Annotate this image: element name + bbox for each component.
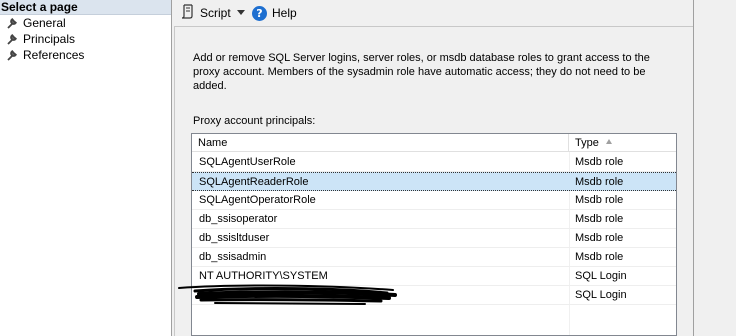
help-button[interactable]: ? Help — [252, 4, 297, 22]
row-type: Msdb role — [575, 156, 624, 168]
row-type: Msdb role — [575, 176, 624, 188]
column-header-name[interactable]: Name — [192, 134, 569, 152]
row-name: db_ssisadmin — [199, 251, 267, 263]
script-dropdown-arrow-icon[interactable] — [237, 10, 245, 15]
script-icon — [181, 4, 195, 22]
list-row[interactable]: SQLAgentOperatorRole Msdb role — [192, 191, 676, 210]
help-icon: ? — [252, 5, 267, 21]
page-item-principals[interactable]: Principals — [0, 31, 171, 47]
panel-divider — [693, 0, 694, 336]
list-row[interactable]: db_ssisoperator Msdb role — [192, 210, 676, 229]
select-page-header: Select a page — [0, 0, 171, 15]
page-item-label: General — [23, 16, 66, 30]
row-name: db_ssisoperator — [199, 213, 278, 225]
column-header-type-label: Type — [575, 137, 599, 149]
list-row[interactable]: SQLAgentUserRole Msdb role — [192, 153, 676, 172]
page-item-label: References — [23, 48, 85, 62]
column-header-type[interactable]: Type — [569, 134, 676, 152]
wrench-icon — [0, 17, 23, 29]
wrench-icon — [0, 33, 23, 45]
list-row-selected[interactable]: SQLAgentReaderRole Msdb role — [192, 172, 676, 191]
script-button-label: Script — [200, 6, 231, 20]
page-navigation-pane: Select a page General Principals Referen… — [0, 0, 172, 336]
row-name: SQLAgentOperatorRole — [199, 194, 316, 206]
principals-list-caption: Proxy account principals: — [193, 115, 316, 127]
toolbar: Script ? Help — [173, 0, 693, 26]
description-text: Add or remove SQL Server logins, server … — [193, 52, 650, 92]
page-item-general[interactable]: General — [0, 15, 171, 31]
row-name: db_ssisltduser — [199, 232, 270, 244]
row-name: SQLAgentReaderRole — [199, 176, 309, 188]
row-type: Msdb role — [575, 194, 624, 206]
wrench-icon — [0, 49, 23, 61]
row-type: Msdb role — [575, 251, 624, 263]
row-type: SQL Login — [575, 270, 627, 282]
row-type: Msdb role — [575, 232, 624, 244]
column-header-name-label: Name — [198, 137, 228, 149]
script-button[interactable]: Script — [181, 4, 231, 22]
help-button-label: Help — [272, 6, 297, 20]
redaction-scribble — [178, 284, 397, 305]
row-type: SQL Login — [575, 289, 627, 301]
list-row[interactable]: db_ssisltduser Msdb role — [192, 229, 676, 248]
sort-ascending-icon — [605, 139, 612, 144]
page-item-label: Principals — [23, 32, 76, 46]
page-item-references[interactable]: References — [0, 47, 171, 63]
list-row[interactable]: db_ssisadmin Msdb role — [192, 248, 676, 267]
list-header: Name Type — [192, 134, 676, 152]
row-name: SQLAgentUserRole — [199, 156, 296, 168]
row-type: Msdb role — [575, 213, 624, 225]
